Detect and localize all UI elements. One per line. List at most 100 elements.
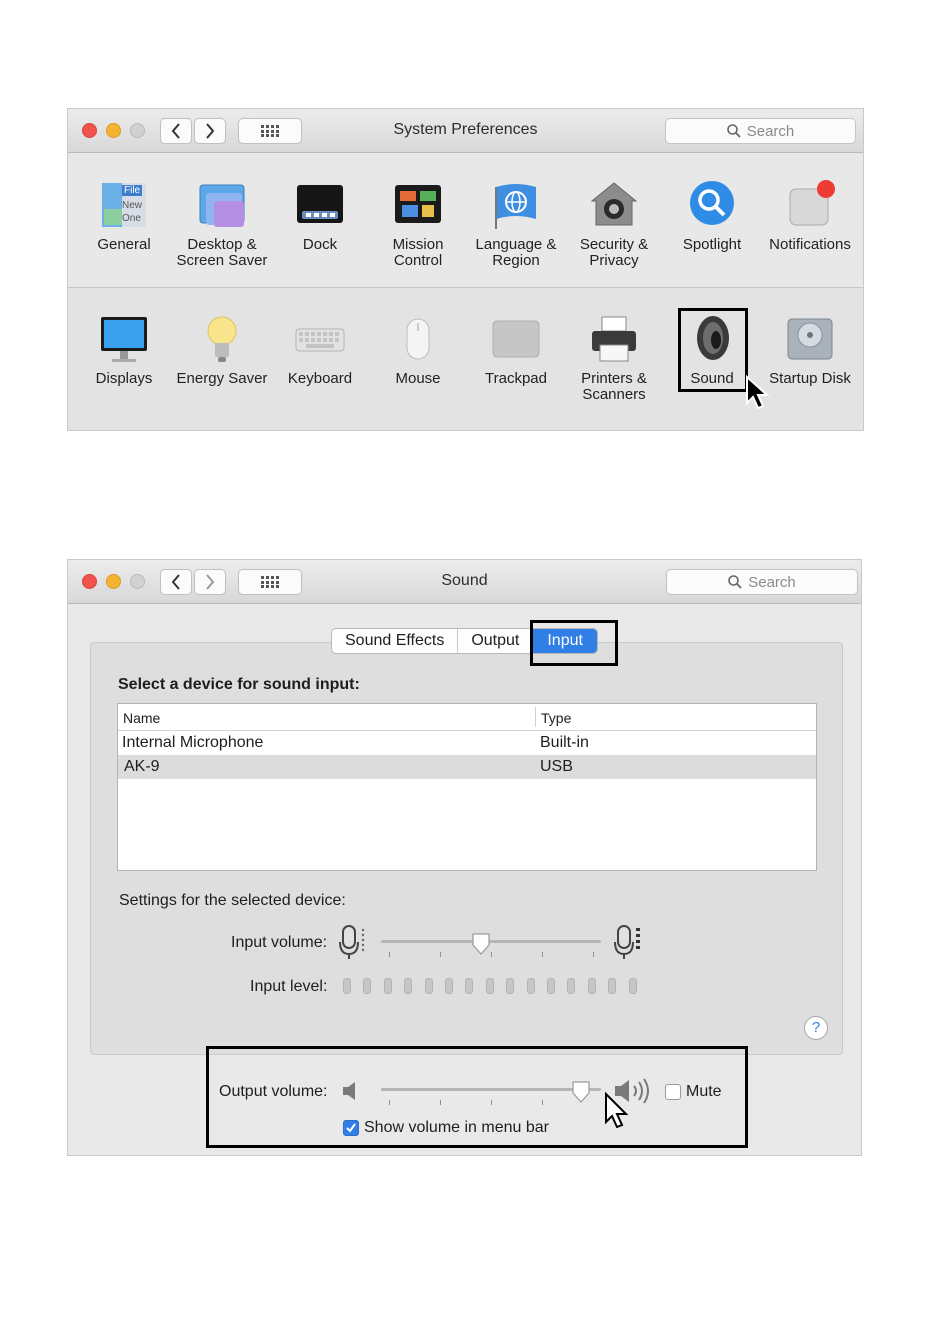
preference-row-1: File New One General Desktop & Screen Sa… (68, 153, 863, 288)
keyboard-icon (294, 313, 346, 365)
pref-trackpad[interactable]: Trackpad (467, 313, 565, 387)
pref-label: Trackpad (485, 370, 547, 387)
input-volume-label: Input volume: (231, 934, 328, 951)
input-tab-highlight-box (530, 620, 618, 666)
globe-flag-icon (490, 179, 542, 231)
pref-label: Displays (95, 370, 153, 387)
pref-language-region[interactable]: Language & Region (467, 179, 565, 269)
titlebar: Sound Search (68, 560, 861, 604)
spotlight-icon (686, 179, 738, 231)
pref-printers-scanners[interactable]: Printers & Scanners (565, 313, 663, 403)
pref-energy-saver[interactable]: Energy Saver (173, 313, 271, 387)
pref-label: Keyboard (287, 370, 353, 387)
mission-control-icon (392, 179, 444, 231)
slider-tick (440, 952, 441, 957)
general-icon-file: File (122, 185, 143, 196)
mouse-icon (392, 313, 444, 365)
device-table: Name Type Internal Microphone Built-in A… (117, 703, 817, 871)
general-icon: File New One (98, 179, 150, 231)
general-icon-one: One (122, 213, 141, 224)
microphone-high-icon (614, 925, 640, 959)
column-header-name[interactable]: Name (123, 710, 160, 726)
pref-mission-control[interactable]: Mission Control (369, 179, 467, 269)
desktop-icon (196, 179, 248, 231)
device-type: Built-in (540, 734, 589, 751)
notifications-icon (784, 179, 836, 231)
input-volume-slider[interactable] (381, 932, 601, 962)
device-name: Internal Microphone (122, 734, 264, 751)
slider-track (381, 940, 601, 943)
input-level-segment (506, 978, 515, 994)
input-level-meter (343, 978, 643, 996)
input-level-segment (404, 978, 413, 994)
device-type: USB (540, 758, 573, 775)
system-preferences-window: System Preferences Search File New One G… (67, 108, 864, 431)
input-level-segment (363, 978, 372, 994)
pref-dock[interactable]: Dock (271, 179, 369, 253)
pref-notifications[interactable]: Notifications (761, 179, 859, 253)
house-lock-icon (588, 179, 640, 231)
pref-label: Energy Saver (176, 370, 268, 387)
microphone-low-icon (339, 925, 365, 959)
pref-label: Printers & Scanners (581, 370, 647, 403)
column-header-type[interactable]: Type (541, 710, 571, 726)
titlebar: System Preferences Search (68, 109, 863, 153)
pref-startup-disk[interactable]: Startup Disk (761, 313, 859, 387)
general-icon-new: New (122, 200, 143, 211)
arrow-cursor-icon (605, 1091, 629, 1129)
trackpad-icon (490, 313, 542, 365)
pref-label: Dock (302, 236, 338, 253)
pref-label: Desktop & Screen Saver (176, 236, 268, 269)
pref-desktop-screen-saver[interactable]: Desktop & Screen Saver (173, 179, 271, 269)
column-divider (535, 707, 536, 727)
slider-tick (542, 952, 543, 957)
input-level-segment (567, 978, 576, 994)
search-field[interactable]: Search (665, 118, 856, 144)
pref-label: Startup Disk (769, 370, 851, 387)
input-level-segment (343, 978, 351, 994)
input-level-segment (383, 978, 392, 994)
pref-spotlight[interactable]: Spotlight (663, 179, 761, 253)
device-name: AK-9 (124, 758, 160, 775)
input-level-segment (547, 978, 555, 994)
select-device-heading: Select a device for sound input: (118, 676, 360, 693)
pref-label: Language & Region (475, 236, 557, 269)
table-row-selected[interactable]: AK-9 USB (118, 755, 816, 779)
pref-label: Spotlight (682, 236, 742, 253)
pref-label: Security & Privacy (579, 236, 649, 269)
search-placeholder: Search (748, 573, 796, 591)
slider-tick (491, 952, 492, 957)
input-level-label: Input level: (250, 978, 328, 995)
sound-highlight-box (678, 308, 748, 392)
pref-mouse[interactable]: Mouse (369, 313, 467, 387)
input-level-segment (628, 978, 637, 994)
input-level-segment (587, 978, 596, 994)
pref-security-privacy[interactable]: Security & Privacy (565, 179, 663, 269)
input-level-segment (526, 978, 535, 994)
input-level-segment (485, 978, 494, 994)
input-level-segment (445, 978, 453, 994)
pref-label: Mouse (395, 370, 441, 387)
lightbulb-icon (196, 313, 248, 365)
input-level-segment (465, 978, 474, 994)
help-button[interactable]: ? (804, 1016, 828, 1040)
hard-disk-icon (784, 313, 836, 365)
search-icon (726, 124, 741, 138)
table-header: Name Type (118, 704, 816, 731)
display-icon (98, 313, 150, 365)
input-volume-thumb[interactable] (471, 932, 491, 956)
pointer-cursor-icon (746, 375, 770, 410)
pref-keyboard[interactable]: Keyboard (271, 313, 369, 387)
pref-displays[interactable]: Displays (75, 313, 173, 387)
tab-output[interactable]: Output (458, 629, 534, 653)
tab-sound-effects[interactable]: Sound Effects (332, 629, 459, 653)
dock-icon (294, 179, 346, 231)
slider-tick (389, 952, 390, 957)
table-row[interactable]: Internal Microphone Built-in (118, 731, 816, 755)
settings-heading: Settings for the selected device: (119, 892, 346, 909)
pref-general[interactable]: File New One General (75, 179, 173, 253)
pref-label: Mission Control (392, 236, 444, 269)
search-placeholder: Search (746, 122, 795, 140)
search-field[interactable]: Search (666, 569, 858, 595)
sound-window: Sound Search Sound Effects Output Input … (67, 559, 862, 1156)
